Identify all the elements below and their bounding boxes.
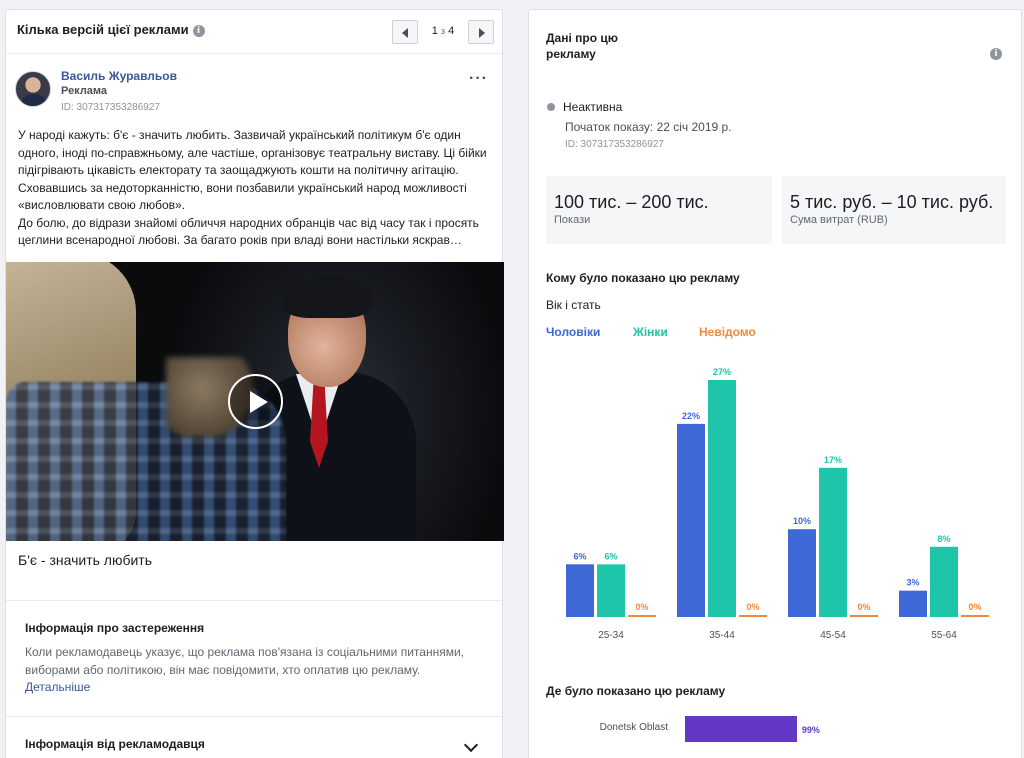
ad-status: Неактивна [563,100,623,114]
version-pager: 1 з 4 [390,20,494,44]
advertiser-name[interactable]: Василь Журавльов [61,69,177,83]
bar-35-44-1 [708,380,736,617]
data-label: 6% [604,551,617,561]
version-counter: 1 з 4 [431,25,455,37]
ad-details-panel: Дані про цю рекламу i Неактивна Початок … [528,9,1022,758]
age-gender-title: Вік і стать [546,298,601,312]
bar-25-34-1 [597,564,625,617]
info-icon[interactable]: i [990,48,1002,60]
spend-label: Сума витрат (RUB) [790,214,888,226]
disclaimer-text: Коли рекламодавець указує, що реклама по… [25,645,464,694]
data-label: 0% [968,602,981,612]
data-label: 0% [857,602,870,612]
versions-title: Кілька версій цієї реклами i [17,22,205,37]
ad-versions-panel: Кілька версій цієї реклами i 1 з 4 Василь… [5,9,504,758]
age-gender-chart: 6% 6% 0% 25-34 22% 27% 0% 35-44 10% 17% 0% 45-54 3% 8… [566,367,989,641]
divider [6,716,502,717]
divider [6,600,502,601]
learn-more-link[interactable]: Детальніше [25,680,90,694]
region-label: Donetsk Oblast [599,722,668,733]
ad-text: У народі кажуть: б'є - значить любить. З… [18,128,487,247]
ad-id: ID: 307317353286927 [565,139,664,150]
spend-card: 5 тис. руб. – 10 тис. руб. Сума витрат (… [782,176,1006,244]
region-value: 99% [801,725,820,735]
bar-55-64-1 [930,546,958,617]
video-frame-shape [282,276,372,318]
tick-label: 25-34 [598,630,624,641]
bar-35-44-2 [739,615,767,617]
data-label: 8% [937,534,950,544]
tick-label: 35-44 [709,630,735,641]
spend-value: 5 тис. руб. – 10 тис. руб. [790,192,994,212]
versions-header: Кілька версій цієї реклами i 1 з 4 [6,10,502,54]
chevron-left-icon [402,28,408,38]
data-label: 3% [906,578,919,588]
data-label: 17% [824,455,842,465]
legend-women: Жінки [633,325,668,339]
data-label: 6% [573,551,586,561]
region-bar [685,716,797,742]
sponsored-label: Реклама [61,85,108,97]
impressions-value: 100 тис. – 200 тис. [554,192,709,212]
bar-45-54-0 [788,529,816,617]
play-icon[interactable] [228,374,283,429]
bar-45-54-1 [819,467,847,617]
impressions-label: Покази [554,214,591,226]
tick-label: 55-64 [931,630,957,641]
chevron-down-icon[interactable] [463,737,479,753]
ad-details-title: Дані про цю рекламу [546,31,619,61]
advertiser-avatar[interactable] [15,71,51,107]
data-label: 27% [713,367,731,377]
data-label: 22% [682,411,700,421]
previous-version-button[interactable] [392,20,418,44]
data-label: 10% [793,516,811,526]
bar-55-64-0 [899,590,927,617]
bar-55-64-2 [961,615,989,617]
bar-25-34-2 [628,615,656,617]
status-dot [547,103,555,111]
start-date: Початок показу: 22 січ 2019 р. [565,120,732,134]
ad-video[interactable] [6,262,504,541]
audience-title: Кому було показано цю рекламу [546,271,740,285]
ad-id: ID: 307317353286927 [61,102,160,113]
bar-45-54-2 [850,615,878,617]
chevron-right-icon [479,28,485,38]
bar-25-34-0 [566,564,594,617]
legend-unknown: Невідомо [699,325,756,339]
bar-35-44-0 [677,423,705,617]
legend-men: Чоловіки [546,325,601,339]
video-caption: Б'є - значить любить [18,552,152,568]
disclaimer-title: Інформація про застереження [25,621,205,635]
advertiser-info-toggle[interactable]: Інформація від рекламодавця [25,737,205,751]
info-icon[interactable]: i [192,25,205,37]
next-version-button[interactable] [468,20,494,44]
impressions-card: 100 тис. – 200 тис. Покази [546,176,772,244]
location-title: Де було показано цю рекламу [546,684,726,698]
tick-label: 45-54 [820,630,846,641]
data-label: 0% [635,602,648,612]
data-label: 0% [746,602,759,612]
more-options-icon[interactable]: ··· [469,70,488,88]
